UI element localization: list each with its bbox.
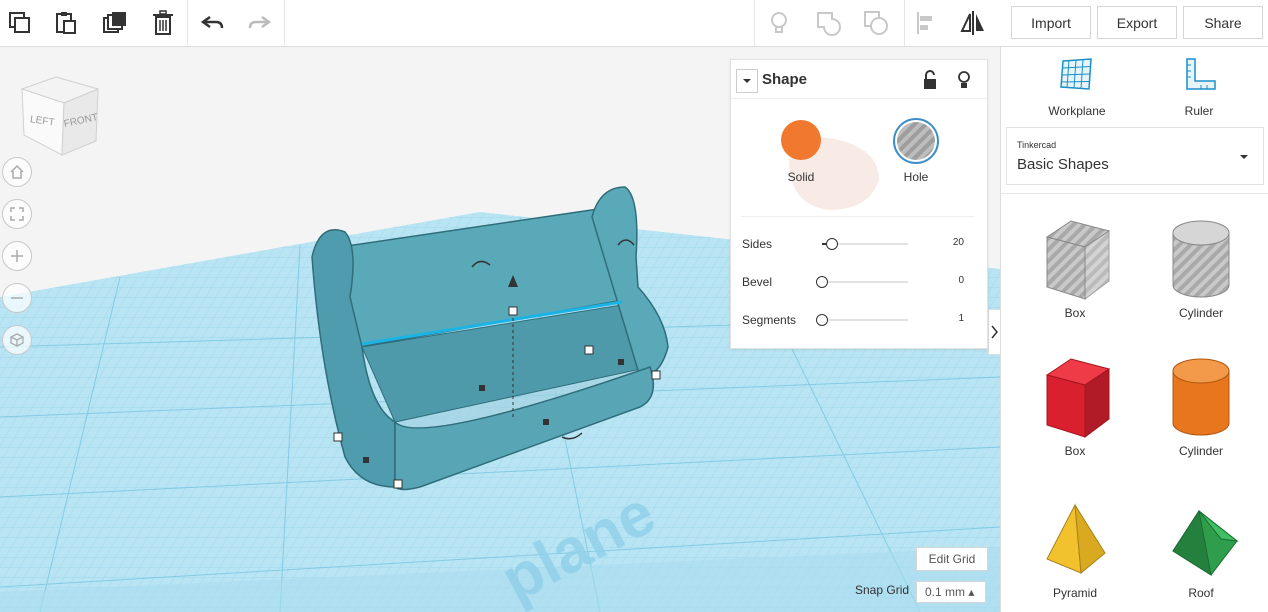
bevel-slider[interactable] xyxy=(816,276,908,288)
solid-label: Solid xyxy=(787,170,815,184)
param-value: 20 xyxy=(952,237,964,248)
shape-item-cylinder-hole[interactable]: Cylinder xyxy=(1151,215,1251,320)
roof-icon xyxy=(1172,509,1239,577)
ruler-tool[interactable]: Ruler xyxy=(1163,55,1235,118)
view-cube[interactable]: LEFT FRONT xyxy=(14,71,104,161)
hole-option[interactable]: Hole xyxy=(891,118,941,184)
paste-icon[interactable] xyxy=(50,0,82,46)
box-red-icon xyxy=(1045,358,1111,438)
toolbar-divider xyxy=(904,0,905,46)
notes-lightbulb-icon[interactable] xyxy=(763,0,795,46)
slider-knob[interactable] xyxy=(816,314,828,326)
collapse-inspector-button[interactable] xyxy=(736,69,758,93)
toolbar-divider xyxy=(187,0,188,46)
lock-icon[interactable] xyxy=(922,70,938,95)
group-icon[interactable] xyxy=(812,0,844,46)
zoom-out-button[interactable] xyxy=(2,283,32,313)
param-label: Segments xyxy=(742,313,797,327)
caret-down-icon xyxy=(1240,155,1248,159)
home-view-button[interactable] xyxy=(2,157,32,187)
shape-label: Roof xyxy=(1188,586,1214,600)
param-value: 0 xyxy=(958,275,964,286)
param-label: Bevel xyxy=(742,275,773,289)
workplane-label: Workplane xyxy=(1048,104,1106,118)
toolbar-divider xyxy=(754,0,755,46)
export-button[interactable]: Export xyxy=(1097,6,1177,39)
mirror-icon[interactable] xyxy=(957,0,989,46)
ruler-icon xyxy=(1186,58,1216,90)
plus-icon xyxy=(11,250,23,262)
right-panel: Workplane Ruler Tinkercad Basic Shapes B… xyxy=(1000,47,1268,612)
library-selector[interactable]: Tinkercad Basic Shapes xyxy=(1006,127,1264,185)
cube-icon xyxy=(10,333,24,347)
zoom-in-button[interactable] xyxy=(2,241,32,271)
sides-slider[interactable] xyxy=(822,238,908,250)
undo-icon[interactable] xyxy=(197,0,229,46)
shape-inspector-panel: Shape Solid Hole Sides 20 Bevel 0 Segmen… xyxy=(730,59,988,349)
param-row-segments: Segments 1 xyxy=(742,312,976,332)
ruler-label: Ruler xyxy=(1184,104,1214,118)
inspector-title: Shape xyxy=(762,71,808,88)
edit-grid-button[interactable]: Edit Grid xyxy=(916,547,988,571)
home-icon xyxy=(10,164,24,179)
param-value: 1 xyxy=(958,313,964,324)
shape-label: Cylinder xyxy=(1178,306,1223,320)
fit-view-button[interactable] xyxy=(2,199,32,229)
shape-label: Box xyxy=(1064,306,1086,320)
ortho-view-button[interactable] xyxy=(2,325,32,355)
share-button[interactable]: Share xyxy=(1183,6,1263,39)
shape-item-roof[interactable]: Roof xyxy=(1151,499,1251,600)
panel-collapse-toggle[interactable] xyxy=(988,309,1000,355)
workplane-icon xyxy=(1060,58,1092,90)
box-hole-icon xyxy=(1045,220,1111,300)
shape-label: Box xyxy=(1064,444,1086,458)
hole-label: Hole xyxy=(903,170,929,184)
param-row-sides: Sides 20 xyxy=(742,236,976,256)
caret-down-icon xyxy=(743,79,751,83)
param-label: Sides xyxy=(742,237,773,251)
minus-icon xyxy=(11,297,23,299)
main-toolbar xyxy=(0,0,1000,47)
workplane-tool[interactable]: Workplane xyxy=(1041,55,1113,118)
snap-grid-select[interactable]: 0.1 mm ▴ xyxy=(916,581,986,603)
toolbar-divider xyxy=(284,0,285,46)
duplicate-icon[interactable] xyxy=(99,0,131,46)
lightbulb-icon[interactable] xyxy=(956,70,972,95)
shape-label: Cylinder xyxy=(1178,444,1223,458)
chevron-right-icon xyxy=(991,325,998,339)
delete-icon[interactable] xyxy=(147,0,179,46)
align-icon[interactable] xyxy=(910,0,942,46)
library-brand: Tinkercad xyxy=(1017,140,1057,150)
fit-icon xyxy=(10,207,24,221)
solid-option[interactable]: Solid xyxy=(779,120,823,184)
solid-color-swatch[interactable] xyxy=(781,120,821,160)
top-action-bar: Import Export Share xyxy=(1000,0,1268,47)
shape-item-pyramid[interactable]: Pyramid xyxy=(1025,499,1125,600)
pyramid-icon xyxy=(1046,503,1106,574)
snap-grid-label: Snap Grid xyxy=(855,583,910,597)
cylinder-hole-icon xyxy=(1172,220,1230,298)
import-button[interactable]: Import xyxy=(1011,6,1091,39)
copy-icon[interactable] xyxy=(4,0,36,46)
shape-item-box-red[interactable]: Box xyxy=(1025,353,1125,458)
shape-label: Pyramid xyxy=(1052,586,1097,600)
cylinder-orange-icon xyxy=(1172,358,1230,436)
ungroup-icon[interactable] xyxy=(860,0,892,46)
segments-slider[interactable] xyxy=(816,314,908,326)
param-row-bevel: Bevel 0 xyxy=(742,274,976,294)
hole-swatch[interactable] xyxy=(893,118,939,164)
redo-icon[interactable] xyxy=(243,0,275,46)
shape-item-box-hole[interactable]: Box xyxy=(1025,215,1125,320)
library-name: Basic Shapes xyxy=(1017,156,1109,173)
slider-knob[interactable] xyxy=(816,276,828,288)
slider-knob[interactable] xyxy=(826,238,839,250)
shape-item-cylinder-orange[interactable]: Cylinder xyxy=(1151,353,1251,458)
